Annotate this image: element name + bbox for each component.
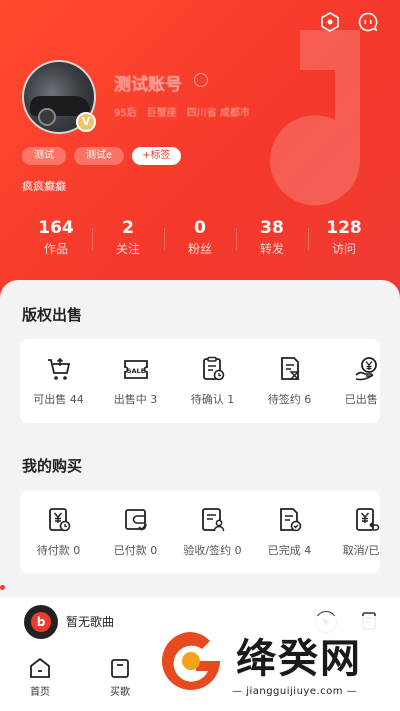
copyright-card: 可出售 44 SALE 出售中 3 待确认 1 待签约 6 已出售 3 xyxy=(20,339,380,423)
content-panel: 版权出售 可出售 44 SALE 出售中 3 待确认 1 待签约 6 已出售 3 xyxy=(0,280,400,596)
tab-home[interactable]: 首页 xyxy=(10,656,70,698)
yuan-hand-icon xyxy=(354,357,377,381)
purchase-completed[interactable]: 已完成 4 xyxy=(251,490,328,574)
tag-item[interactable]: 测试e xyxy=(74,147,125,165)
tag-item[interactable]: 测试 xyxy=(22,147,66,165)
document-check-icon xyxy=(279,508,301,532)
purchase-section-title: 我的购买 xyxy=(22,457,83,475)
watermark-text: 绛癸网 xyxy=(236,635,362,682)
settings-hexagon-icon[interactable] xyxy=(318,10,342,34)
profile-meta: 95后 巨蟹座 四川省 成都市 xyxy=(114,104,250,119)
stat-fans[interactable]: 0 粉丝 xyxy=(164,218,236,257)
purchase-card: 待付款 0 已付款 0 验收/签约 0 已完成 4 取消/已退 xyxy=(20,490,380,574)
home-icon xyxy=(30,657,50,678)
copyright-pending-sign[interactable]: 待签约 6 xyxy=(251,339,328,423)
copyright-for-sale[interactable]: 可出售 44 xyxy=(20,339,97,423)
stat-shares[interactable]: 38 转发 xyxy=(236,218,308,257)
username: 测试账号 xyxy=(114,75,182,95)
copyright-sold[interactable]: 已出售 3 xyxy=(328,339,380,423)
document-person-icon xyxy=(201,508,224,532)
music-note-decoration xyxy=(270,30,361,206)
bag-icon xyxy=(111,659,129,678)
sale-icon: SALE xyxy=(123,360,148,379)
song-title: 暂无歌曲 xyxy=(66,615,115,629)
stats-row: 164 作品 2 关注 0 粉丝 38 转发 128 访问 xyxy=(20,218,380,257)
disc-icon[interactable]: b xyxy=(24,605,58,639)
indicator-dot xyxy=(0,585,5,590)
stat-works[interactable]: 164 作品 xyxy=(20,218,92,257)
vip-badge: V xyxy=(76,112,96,132)
copyright-section-title: 版权出售 xyxy=(22,306,83,324)
yuan-return-icon xyxy=(355,508,379,531)
yuan-clock-icon xyxy=(48,508,70,532)
purchase-accept-sign[interactable]: 验收/签约 0 xyxy=(174,490,251,574)
tab-buy-song[interactable]: 买歌 xyxy=(90,656,150,698)
location: 四川省 成都市 xyxy=(186,108,250,119)
age-group: 95后 xyxy=(114,108,137,119)
bio: 疯疯癫癫 xyxy=(22,180,66,193)
stat-visits[interactable]: 128 访问 xyxy=(308,218,380,257)
add-tag-button[interactable]: +标签 xyxy=(132,147,181,165)
watermark-url: — jiangguijiuye.com — xyxy=(232,686,358,697)
purchase-paid[interactable]: 已付款 0 xyxy=(97,490,174,574)
wallet-check-icon xyxy=(124,509,147,531)
zodiac: 巨蟹座 xyxy=(146,108,177,119)
verified-icon xyxy=(194,73,208,87)
cart-icon xyxy=(47,357,70,380)
clipboard-clock-icon xyxy=(202,356,224,381)
purchase-pending-payment[interactable]: 待付款 0 xyxy=(20,490,97,574)
profile-header: V 测试账号 95后 巨蟹座 四川省 成都市 测试 测试e +标签 疯疯癫癫 1… xyxy=(0,0,400,300)
document-hourglass-icon xyxy=(280,357,300,380)
stat-following[interactable]: 2 关注 xyxy=(92,218,164,257)
copyright-on-sale[interactable]: SALE 出售中 3 xyxy=(97,339,174,423)
purchase-cancelled-refunded[interactable]: 取消/已退 xyxy=(328,490,380,574)
svg-text:SALE: SALE xyxy=(126,367,144,375)
tag-list: 测试 测试e +标签 xyxy=(22,147,181,165)
copyright-pending-confirm[interactable]: 待确认 1 xyxy=(174,339,251,423)
watermark-logo xyxy=(162,632,220,690)
message-bubble-icon[interactable] xyxy=(356,10,380,34)
